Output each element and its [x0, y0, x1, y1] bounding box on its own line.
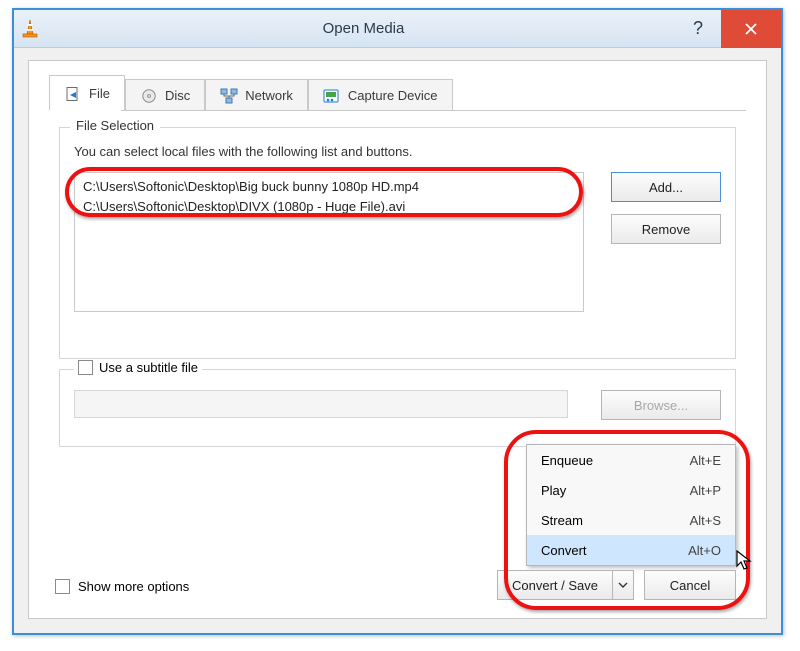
file-list-item[interactable]: C:\Users\Softonic\Desktop\Big buck bunny… — [83, 177, 575, 197]
tab-disc[interactable]: Disc — [125, 79, 205, 111]
tab-network-label: Network — [245, 88, 293, 103]
show-more-options-checkbox[interactable]: Show more options — [55, 579, 189, 594]
open-media-dialog: Open Media ? File Disc — [12, 8, 783, 635]
menu-item-convert[interactable]: Convert Alt+O — [527, 535, 735, 565]
disc-icon — [140, 87, 158, 105]
help-button[interactable]: ? — [681, 18, 715, 39]
show-more-label: Show more options — [78, 579, 189, 594]
use-subtitle-label: Use a subtitle file — [99, 360, 198, 375]
close-button[interactable] — [721, 10, 781, 48]
close-icon — [744, 22, 758, 36]
tab-file[interactable]: File — [49, 75, 125, 111]
browse-button: Browse... — [601, 390, 721, 420]
file-list[interactable]: C:\Users\Softonic\Desktop\Big buck bunny… — [74, 172, 584, 312]
remove-button[interactable]: Remove — [611, 214, 721, 244]
tab-capture[interactable]: Capture Device — [308, 79, 453, 111]
file-selection-hint: You can select local files with the foll… — [74, 144, 412, 159]
add-button[interactable]: Add... — [611, 172, 721, 202]
convert-dropdown-menu: Enqueue Alt+E Play Alt+P Stream Alt+S Co… — [526, 444, 736, 566]
titlebar: Open Media ? — [14, 10, 781, 48]
window-title: Open Media — [46, 20, 681, 37]
capture-icon — [323, 87, 341, 105]
cursor-icon — [736, 550, 754, 572]
subtitle-group: Use a subtitle file Browse... — [59, 369, 736, 447]
chevron-down-icon[interactable] — [612, 570, 634, 600]
file-icon — [64, 85, 82, 103]
convert-save-button[interactable]: Convert / Save — [497, 570, 634, 600]
menu-item-enqueue[interactable]: Enqueue Alt+E — [527, 445, 735, 475]
network-icon — [220, 87, 238, 105]
use-subtitle-checkbox[interactable]: Use a subtitle file — [74, 360, 202, 375]
cancel-button[interactable]: Cancel — [644, 570, 736, 600]
checkbox-icon — [78, 360, 93, 375]
vlc-cone-icon — [14, 19, 46, 39]
menu-item-play[interactable]: Play Alt+P — [527, 475, 735, 505]
tab-file-label: File — [89, 86, 110, 101]
tab-disc-label: Disc — [165, 88, 190, 103]
tab-network[interactable]: Network — [205, 79, 308, 111]
file-selection-legend: File Selection — [70, 118, 160, 133]
dialog-footer-buttons: Convert / Save Cancel — [497, 570, 736, 600]
tabs: File Disc Network Capture Device — [49, 75, 746, 111]
file-list-item[interactable]: C:\Users\Softonic\Desktop\DIVX (1080p - … — [83, 197, 575, 217]
menu-item-stream[interactable]: Stream Alt+S — [527, 505, 735, 535]
checkbox-icon — [55, 579, 70, 594]
dialog-body: File Disc Network Capture Device — [28, 60, 767, 619]
tab-capture-label: Capture Device — [348, 88, 438, 103]
file-selection-group: File Selection You can select local file… — [59, 127, 736, 359]
subtitle-path-input — [74, 390, 568, 418]
